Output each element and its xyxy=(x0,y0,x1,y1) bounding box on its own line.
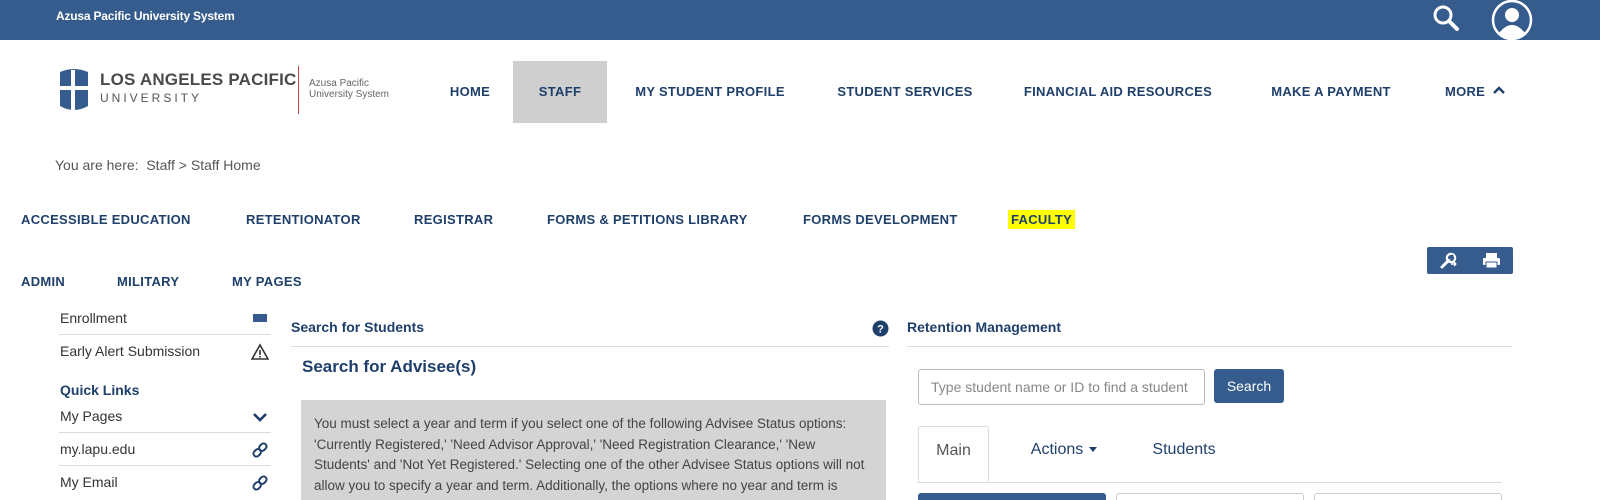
subnav-registrar[interactable]: REGISTRAR xyxy=(414,212,493,227)
student-search-input[interactable] xyxy=(918,369,1205,405)
subnav-my-pages[interactable]: MY PAGES xyxy=(232,274,302,289)
quick-link-my-lapu[interactable]: my.lapu.edu xyxy=(59,433,271,466)
nav-my-student-profile[interactable]: MY STUDENT PROFILE xyxy=(630,61,790,123)
logo-divider xyxy=(298,66,299,114)
system-name: Azusa Pacific University System xyxy=(56,9,235,23)
chevron-down-icon xyxy=(251,408,269,426)
logo-subtitle: Azusa Pacific University System xyxy=(309,78,390,100)
search-advisees-title: Search for Advisee(s) xyxy=(302,357,477,376)
breadcrumb-staff-home-link[interactable]: Staff Home xyxy=(191,157,261,173)
breadcrumb-staff-link[interactable]: Staff xyxy=(146,157,175,173)
logo-name-line2: UNIVERSITY xyxy=(100,91,203,105)
top-bar: Azusa Pacific University System xyxy=(0,0,1600,41)
subnav-faculty[interactable]: FACULTY xyxy=(1008,210,1076,229)
university-logo[interactable]: LOS ANGELES PACIFIC UNIVERSITY Azusa Pac… xyxy=(56,64,396,116)
sidebar-item-enrollment[interactable]: Enrollment xyxy=(59,302,271,335)
retention-card[interactable] xyxy=(1116,493,1304,500)
subnav-retentionator[interactable]: RETENTIONATOR xyxy=(246,212,361,227)
subnav-forms-development[interactable]: FORMS DEVELOPMENT xyxy=(803,212,958,227)
retention-divider xyxy=(907,346,1512,347)
retention-card[interactable] xyxy=(918,493,1106,500)
svg-text:?: ? xyxy=(877,324,884,336)
tab-actions[interactable]: Actions xyxy=(1016,426,1112,474)
tab-main[interactable]: Main xyxy=(918,426,989,483)
subnav-admin[interactable]: ADMIN xyxy=(21,274,65,289)
tabs-baseline xyxy=(918,482,1502,483)
nav-make-a-payment[interactable]: MAKE A PAYMENT xyxy=(1266,61,1396,123)
print-icon[interactable] xyxy=(1470,247,1513,274)
quick-link-my-pages[interactable]: My Pages xyxy=(59,400,271,433)
page-tools xyxy=(1427,247,1513,274)
help-icon[interactable]: ? xyxy=(872,320,889,337)
chevron-up-icon xyxy=(1493,86,1505,94)
warning-icon xyxy=(250,343,270,361)
nav-more[interactable]: MORE xyxy=(1440,61,1510,123)
subnav-accessible-education[interactable]: ACCESSIBLE EDUCATION xyxy=(21,212,191,227)
subnav-military[interactable]: MILITARY xyxy=(117,274,179,289)
caret-down-icon xyxy=(1089,447,1098,453)
advisee-status-notice: You must select a year and term if you s… xyxy=(301,400,886,500)
breadcrumb: You are here: Staff > Staff Home xyxy=(55,157,261,173)
link-icon xyxy=(251,441,269,459)
tab-students[interactable]: Students xyxy=(1138,426,1230,474)
retention-management-title: Retention Management xyxy=(907,319,1062,335)
link-icon xyxy=(251,474,269,492)
subnav-forms-petitions-library[interactable]: FORMS & PETITIONS LIBRARY xyxy=(547,212,748,227)
quick-link-my-email[interactable]: My Email xyxy=(59,466,271,499)
wrench-icon[interactable] xyxy=(1427,247,1470,274)
nav-financial-aid-resources[interactable]: FINANCIAL AID RESOURCES xyxy=(1022,61,1214,123)
logo-mark-icon xyxy=(56,66,92,114)
nav-home[interactable]: HOME xyxy=(437,61,503,123)
search-icon[interactable] xyxy=(1430,2,1462,34)
logo-name-line1: LOS ANGELES PACIFIC xyxy=(100,70,297,89)
student-search-button[interactable]: Search xyxy=(1214,369,1284,403)
sidebar-item-early-alert[interactable]: Early Alert Submission xyxy=(59,335,271,368)
quick-links-heading: Quick Links xyxy=(60,382,140,398)
user-account-icon[interactable] xyxy=(1490,0,1534,41)
search-students-title: Search for Students xyxy=(291,319,425,335)
nav-student-services[interactable]: STUDENT SERVICES xyxy=(834,61,976,123)
enrollment-icon xyxy=(251,310,269,328)
search-students-divider xyxy=(291,346,889,347)
nav-staff[interactable]: STAFF xyxy=(513,61,607,123)
retention-card[interactable] xyxy=(1314,493,1502,500)
